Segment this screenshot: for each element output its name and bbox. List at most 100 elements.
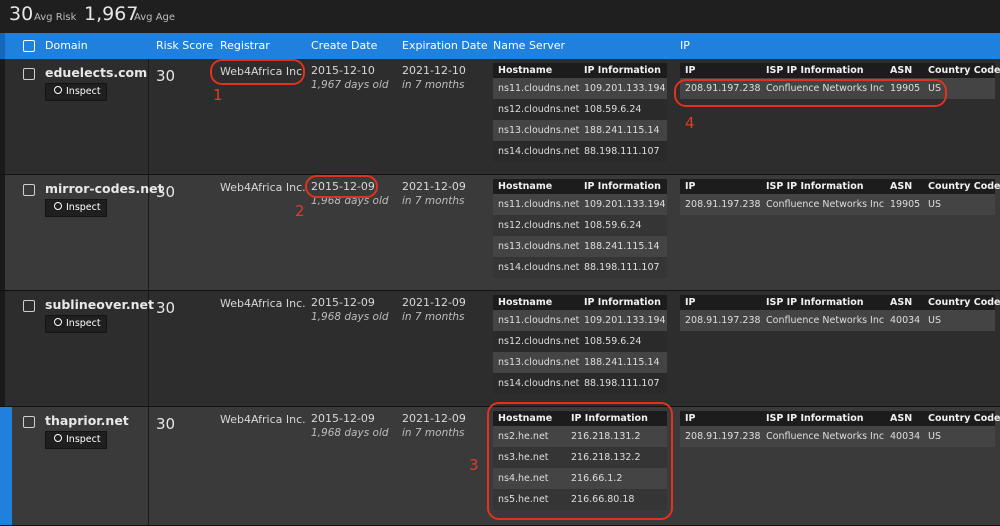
inspect-label: Inspect xyxy=(66,434,101,445)
row-checkbox[interactable] xyxy=(23,300,35,312)
create-age: 1,968 days old xyxy=(311,427,389,439)
table-row[interactable]: mirror-codes.net Inspect 30 Web4Africa Inc.… xyxy=(0,175,1000,291)
ip-header-ip: IP xyxy=(685,65,696,76)
magnifier-icon xyxy=(54,434,62,442)
ip-isp: Confluence Networks Inc xyxy=(766,199,885,210)
col-ip[interactable]: IP xyxy=(680,39,690,52)
row-checkbox[interactable] xyxy=(23,416,35,428)
avg-age-label: Avg Age xyxy=(134,12,176,23)
ip-ip: 208.91.197.238 xyxy=(685,199,761,210)
registrar: Web4Africa Inc. xyxy=(220,413,306,426)
table-row[interactable]: eduelects.com Inspect 30 Web4Africa Inc. 201… xyxy=(0,59,1000,175)
col-create-date[interactable]: Create Date xyxy=(311,39,377,52)
domain-link[interactable]: mirror-codes.net xyxy=(45,181,164,196)
col-domain[interactable]: Domain xyxy=(45,39,88,52)
inspect-button[interactable]: Inspect xyxy=(45,431,107,449)
expiration-remaining: in 7 months xyxy=(402,311,465,323)
col-expiration-date[interactable]: Expiration Date xyxy=(402,39,488,52)
annotation-1: 1 xyxy=(213,86,223,104)
ns-header-hostname: Hostname xyxy=(498,297,553,308)
avg-risk-label: Avg Risk xyxy=(34,12,77,23)
ip-table: IP ISP IP Information ASN Country Code 208.9… xyxy=(680,411,1000,447)
ns-header-ip: IP Information xyxy=(584,181,661,192)
row-checkbox[interactable] xyxy=(23,68,35,80)
nameserver-row: ns13.cloudns.net 188.241.115.14 xyxy=(493,120,667,141)
ns-ip: 188.241.115.14 xyxy=(584,357,660,368)
domain-link[interactable]: thaprior.net xyxy=(45,413,129,428)
col-risk-score[interactable]: Risk Score xyxy=(156,39,213,52)
ip-header-isp: ISP IP Information xyxy=(766,413,864,424)
risk-score: 30 xyxy=(156,67,176,85)
create-date: 2015-12-10 xyxy=(311,64,375,77)
ip-asn: 19905 xyxy=(890,199,921,210)
ip-header-isp: ISP IP Information xyxy=(766,181,864,192)
ns-ip: 109.201.133.194 xyxy=(584,315,666,326)
ip-isp: Confluence Networks Inc xyxy=(766,315,885,326)
annotation-4: 4 xyxy=(685,114,695,132)
ip-header-isp: ISP IP Information xyxy=(766,65,864,76)
ns-hostname: ns13.cloudns.net xyxy=(498,125,580,136)
table-row[interactable]: sublineover.net Inspect 30 Web4Africa Inc. 2… xyxy=(0,291,1000,407)
nameserver-row: ns14.cloudns.net 88.198.111.107 xyxy=(493,141,667,162)
inspect-label: Inspect xyxy=(66,202,101,213)
inspect-label: Inspect xyxy=(66,318,101,329)
ns-ip: 108.59.6.24 xyxy=(584,336,642,347)
annotation-ring-nameservers xyxy=(487,402,673,520)
ns-ip: 109.201.133.194 xyxy=(584,83,666,94)
ip-ip: 208.91.197.238 xyxy=(685,431,761,442)
col-name-server[interactable]: Name Server xyxy=(493,39,565,52)
create-date: 2015-12-09 xyxy=(311,296,375,309)
ip-country: US xyxy=(928,199,941,210)
inspect-button[interactable]: Inspect xyxy=(45,315,107,333)
expiration-date: 2021-12-09 xyxy=(402,296,466,309)
ns-ip: 88.198.111.107 xyxy=(584,146,660,157)
nameserver-row: ns12.cloudns.net 108.59.6.24 xyxy=(493,215,667,236)
col-registrar[interactable]: Registrar xyxy=(220,39,270,52)
risk-score: 30 xyxy=(156,415,176,433)
ip-header-asn: ASN xyxy=(890,297,913,308)
ns-header-ip: IP Information xyxy=(584,65,661,76)
ip-country: US xyxy=(928,431,941,442)
ns-hostname: ns12.cloudns.net xyxy=(498,104,580,115)
ip-header-country: Country Code xyxy=(928,297,1000,308)
expiration-date: 2021-12-09 xyxy=(402,180,466,193)
risk-score: 30 xyxy=(156,183,176,201)
nameserver-table: Hostname IP Information ns11.cloudns.net 10… xyxy=(493,295,667,394)
ns-ip: 109.201.133.194 xyxy=(584,199,666,210)
risk-score: 30 xyxy=(156,299,176,317)
ip-header-country: Country Code xyxy=(928,65,1000,76)
ns-hostname: ns14.cloudns.net xyxy=(498,262,580,273)
select-all-checkbox[interactable] xyxy=(23,40,35,52)
table-header: Domain Risk Score Registrar Create Date … xyxy=(0,33,1000,59)
ip-header-ip: IP xyxy=(685,297,696,308)
ip-ip: 208.91.197.238 xyxy=(685,315,761,326)
annotation-ring-ip xyxy=(674,79,947,107)
ns-ip: 108.59.6.24 xyxy=(584,104,642,115)
domain-link[interactable]: eduelects.com xyxy=(45,65,147,80)
nameserver-row: ns14.cloudns.net 88.198.111.107 xyxy=(493,257,667,278)
ns-hostname: ns11.cloudns.net xyxy=(498,199,580,210)
nameserver-row: ns12.cloudns.net 108.59.6.24 xyxy=(493,331,667,352)
inspect-label: Inspect xyxy=(66,86,101,97)
row-checkbox[interactable] xyxy=(23,184,35,196)
ns-ip: 188.241.115.14 xyxy=(584,241,660,252)
nameserver-row: ns12.cloudns.net 108.59.6.24 xyxy=(493,99,667,120)
expiration-remaining: in 7 months xyxy=(402,195,465,207)
ns-hostname: ns12.cloudns.net xyxy=(498,336,580,347)
ip-table: IP ISP IP Information ASN Country Code 208.9… xyxy=(680,295,1000,331)
ns-ip: 88.198.111.107 xyxy=(584,378,660,389)
ip-row: 208.91.197.238 Confluence Networks Inc 400… xyxy=(680,426,995,447)
domain-link[interactable]: sublineover.net xyxy=(45,297,154,312)
annotation-2: 2 xyxy=(295,202,305,220)
nameserver-row: ns11.cloudns.net 109.201.133.194 xyxy=(493,310,667,331)
nameserver-row: ns13.cloudns.net 188.241.115.14 xyxy=(493,352,667,373)
ip-row: 208.91.197.238 Confluence Networks Inc 199… xyxy=(680,194,995,215)
ip-header-isp: ISP IP Information xyxy=(766,297,864,308)
ip-header-ip: IP xyxy=(685,413,696,424)
inspect-button[interactable]: Inspect xyxy=(45,83,107,101)
ip-header-country: Country Code xyxy=(928,181,1000,192)
ns-hostname: ns11.cloudns.net xyxy=(498,315,580,326)
ip-isp: Confluence Networks Inc xyxy=(766,431,885,442)
inspect-button[interactable]: Inspect xyxy=(45,199,107,217)
nameserver-row: ns11.cloudns.net 109.201.133.194 xyxy=(493,194,667,215)
